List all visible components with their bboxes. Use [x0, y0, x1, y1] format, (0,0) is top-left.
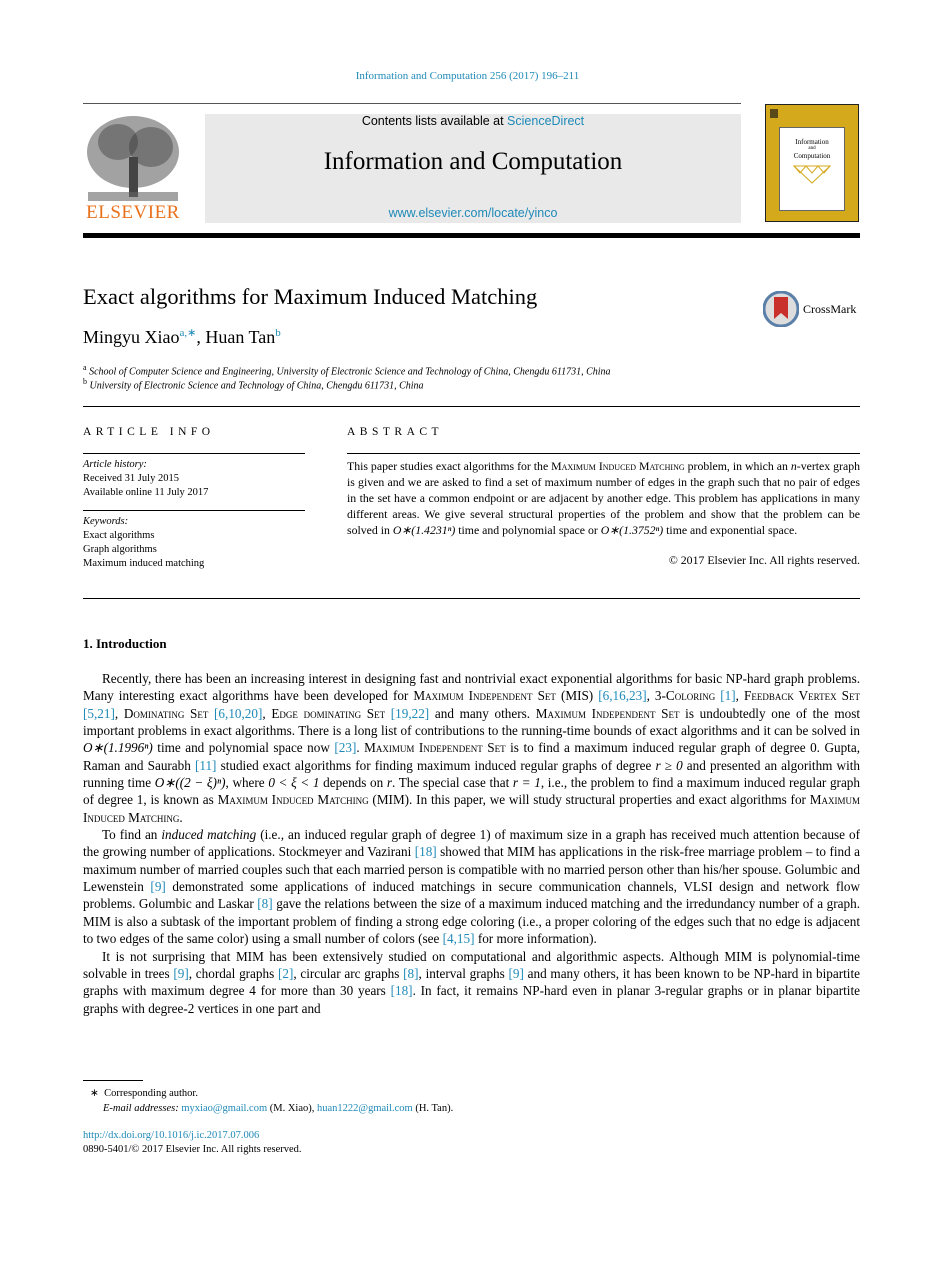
email-label: E-mail addresses:	[103, 1103, 179, 1114]
paragraph: To find an induced matching (i.e., an in…	[83, 827, 861, 947]
elsevier-logo[interactable]: ELSEVIER	[83, 112, 183, 224]
keywords: Keywords: Exact algorithms Graph algorit…	[83, 515, 305, 571]
abstract-copyright: © 2017 Elsevier Inc. All rights reserved…	[668, 553, 860, 567]
keywords-label: Keywords:	[83, 516, 129, 527]
corresponding-author-note: Corresponding author.	[104, 1088, 198, 1099]
citation-link[interactable]: [6,16,23]	[598, 688, 646, 703]
section-rule	[83, 406, 860, 407]
journal-reference[interactable]: Information and Computation 256 (2017) 1…	[0, 70, 935, 82]
keyword: Graph algorithms	[83, 544, 157, 555]
abstract-text: This paper studies exact algorithms for …	[347, 459, 860, 538]
problem-name: Edge dominating Set	[271, 705, 386, 721]
cover-publisher-icon	[770, 109, 778, 118]
email-link[interactable]: myxiao@gmail.com	[181, 1103, 267, 1114]
problem-name: Coloring	[665, 688, 716, 704]
doi-block: http://dx.doi.org/10.1016/j.ic.2017.07.0…	[83, 1129, 302, 1157]
problem-name: Maximum Induced Matching	[217, 792, 369, 808]
affiliation-text: School of Computer Science and Engineeri…	[89, 366, 611, 378]
cover-title-3: Computation	[793, 152, 831, 160]
journal-cover[interactable]: Information and Computation	[765, 104, 859, 222]
citation-link[interactable]: [19,22]	[391, 706, 429, 721]
section-heading-introduction: 1. Introduction	[83, 636, 167, 651]
email-link[interactable]: huan1222@gmail.com	[317, 1103, 413, 1114]
footnote: ∗ Corresponding author. E-mail addresses…	[90, 1086, 453, 1116]
contents-prefix: Contents lists available at	[361, 114, 508, 128]
keyword: Maximum induced matching	[83, 558, 205, 569]
author-affiliation-mark[interactable]: a,∗	[180, 327, 197, 339]
math-text: O∗((2 − ξ)ⁿ)	[154, 775, 226, 791]
affiliation-text: University of Electronic Science and Tec…	[89, 380, 424, 392]
email-owner: (H. Tan).	[412, 1103, 454, 1114]
journal-title: Information and Computation	[323, 148, 623, 175]
abstract-heading: ABSTRACT	[347, 426, 444, 438]
article-title: Exact algorithms for Maximum Induced Mat…	[83, 284, 538, 309]
crossmark-label: CrossMark	[803, 302, 857, 316]
citation-link[interactable]: [8]	[257, 896, 272, 911]
math-text: r ≥ 0	[655, 757, 683, 773]
crossmark-badge[interactable]: CrossMark	[763, 291, 863, 327]
math-text: 0 < ξ < 1	[268, 775, 320, 791]
elsevier-wordmark: ELSEVIER	[86, 202, 180, 223]
header-thick-rule	[83, 233, 860, 238]
paragraph: Recently, there has been an increasing i…	[83, 671, 861, 825]
doi-link[interactable]: http://dx.doi.org/10.1016/j.ic.2017.07.0…	[83, 1130, 259, 1141]
sciencedirect-link[interactable]: ScienceDirect	[507, 114, 584, 128]
keywords-rule	[83, 510, 305, 511]
cover-panel: Information and Computation	[779, 127, 845, 211]
citation-link[interactable]: [23]	[334, 740, 356, 755]
article-info-heading: ARTICLE INFO	[83, 426, 215, 438]
journal-masthead: Contents lists available at ScienceDirec…	[205, 114, 741, 223]
citation-link[interactable]: [6,10,20]	[214, 706, 262, 721]
problem-name: Maximum Independent Set	[413, 688, 556, 704]
received-date: Received 31 July 2015	[83, 473, 179, 484]
cover-title-1: Information	[795, 138, 829, 146]
math-text: r = 1	[512, 775, 541, 791]
author-name[interactable]: Mingyu Xiao	[83, 327, 180, 347]
affiliation: a School of Computer Science and Enginee…	[83, 363, 611, 377]
citation-link[interactable]: [1]	[720, 688, 735, 703]
footnote-rule	[83, 1080, 143, 1081]
article-history: Article history: Received 31 July 2015 A…	[83, 458, 305, 500]
citation-link[interactable]: [11]	[195, 758, 216, 773]
citation-link[interactable]: [18]	[415, 844, 437, 859]
header-rule	[83, 103, 741, 104]
problem-name: Maximum Independent Set	[364, 740, 506, 756]
issn-copyright: 0890-5401/© 2017 Elsevier Inc. All right…	[83, 1144, 302, 1155]
author-list: Mingyu Xiaoa,∗, Huan Tanb	[83, 327, 281, 347]
citation-link[interactable]: [8]	[403, 966, 418, 981]
citation-link[interactable]: [9]	[173, 966, 188, 981]
problem-name: Maximum Induced Matching	[83, 792, 860, 825]
citation-link[interactable]: [9]	[509, 966, 524, 981]
footnote-star: ∗	[90, 1088, 99, 1099]
math-text: induced matching	[161, 827, 257, 843]
abstract-rule	[347, 453, 860, 454]
affiliation-mark: b	[83, 377, 87, 386]
author-affiliation-mark[interactable]: b	[275, 327, 281, 339]
math-text: r	[386, 775, 393, 791]
email-owner: (M. Xiao),	[267, 1103, 318, 1114]
math-text: O∗(1.1996ⁿ)	[83, 740, 153, 756]
author-name[interactable]: Huan Tan	[205, 327, 275, 347]
problem-name: Maximum Independent Set	[535, 705, 680, 721]
available-date: Available online 11 July 2017	[83, 487, 209, 498]
citation-link[interactable]: [9]	[150, 879, 165, 894]
journal-url-link[interactable]: www.elsevier.com/locate/yinco	[205, 206, 741, 220]
problem-name: Feedback Vertex Set	[744, 688, 860, 704]
keyword: Exact algorithms	[83, 530, 155, 541]
section-rule	[83, 598, 860, 599]
citation-link[interactable]: [2]	[278, 966, 293, 981]
citation-link[interactable]: [4,15]	[443, 931, 475, 946]
article-info-rule	[83, 453, 305, 454]
paragraph: It is not surprising that MIM has been e…	[83, 948, 860, 1016]
crossmark-icon	[763, 291, 799, 327]
problem-name: Dominating Set	[123, 705, 209, 721]
history-label: Article history:	[83, 459, 147, 470]
affiliation-mark: a	[83, 363, 87, 372]
introduction-body: Recently, there has been an increasing i…	[83, 670, 860, 1017]
affiliation: b University of Electronic Science and T…	[83, 377, 424, 391]
citation-link[interactable]: [18]	[391, 983, 413, 998]
citation-link[interactable]: [5,21]	[83, 706, 115, 721]
cover-triangle-icon	[792, 165, 832, 184]
contents-line: Contents lists available at ScienceDirec…	[205, 114, 741, 128]
